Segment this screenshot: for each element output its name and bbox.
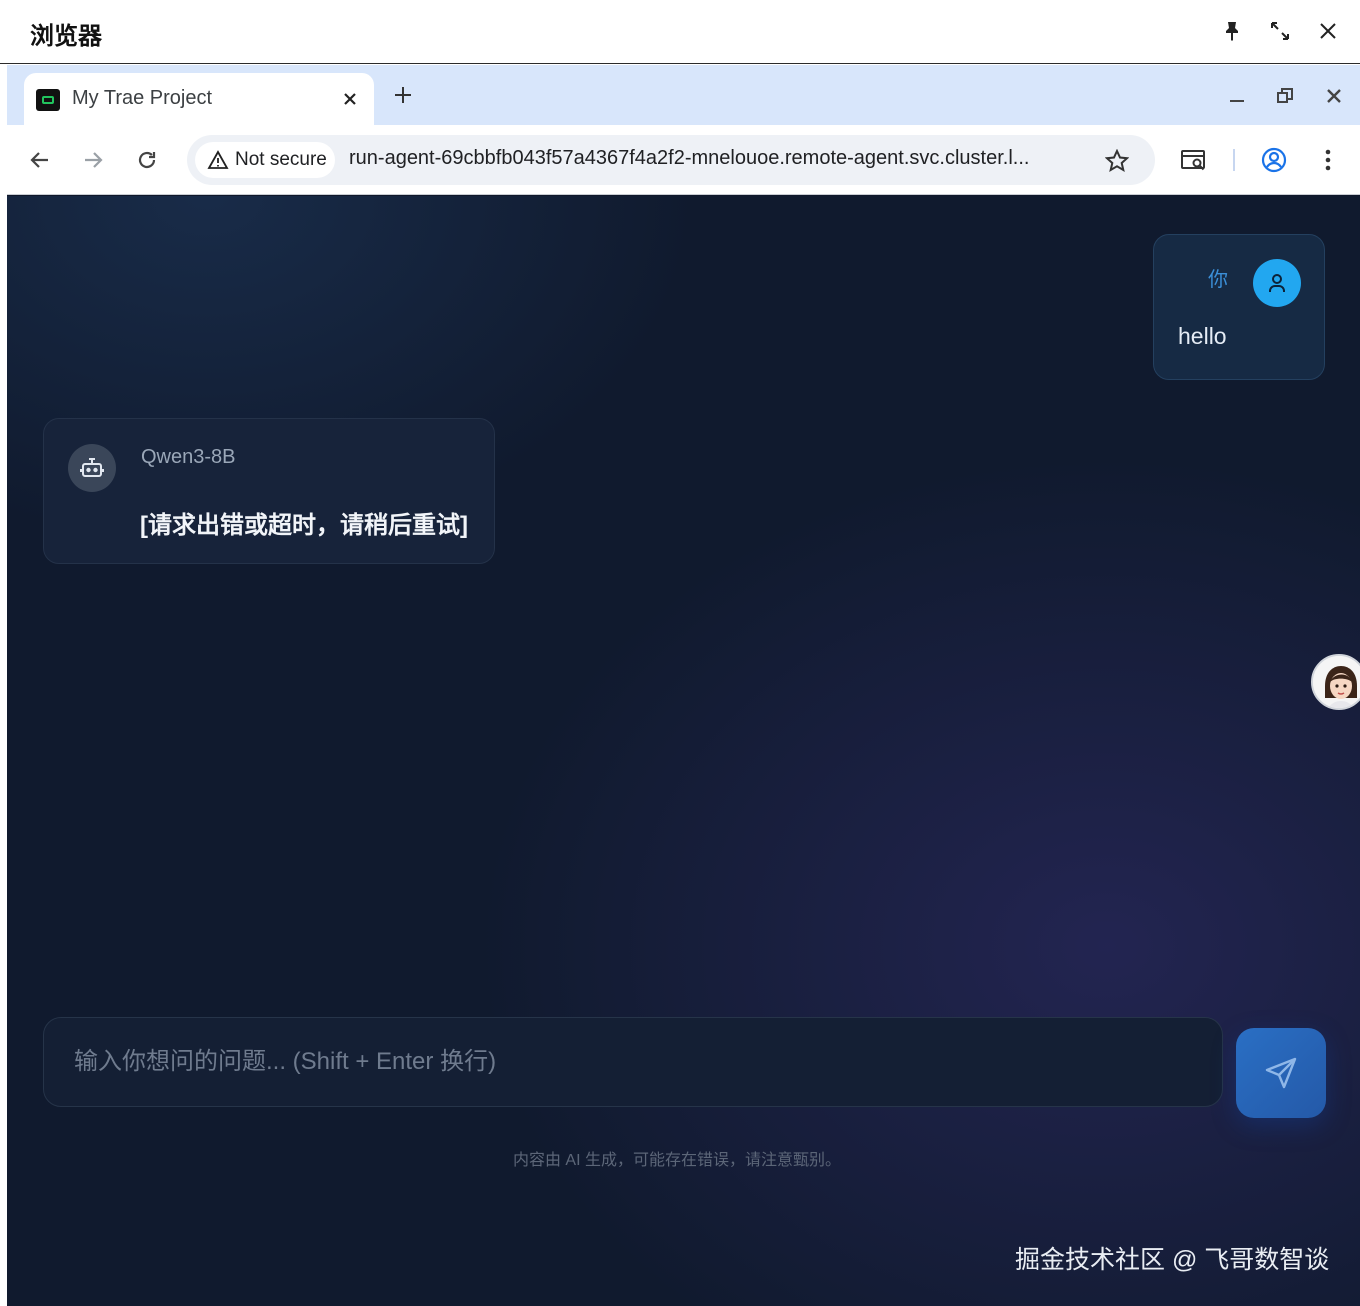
user-message: 你 hello — [1153, 234, 1325, 380]
user-message-text: hello — [1178, 323, 1227, 349]
assistant-avatar-floating-icon[interactable] — [1311, 654, 1360, 710]
browser-toolbar: Not secure run-agent-69cbbfb043f57a4367f… — [7, 125, 1360, 195]
url-text[interactable]: run-agent-69cbbfb043f57a4367f4a2f2-mnelo… — [349, 147, 1029, 170]
toolbar-divider — [1233, 149, 1235, 171]
address-bar[interactable]: Not secure run-agent-69cbbfb043f57a4367f… — [187, 135, 1155, 185]
close-window-icon[interactable] — [1313, 16, 1343, 46]
tab-strip: My Trae Project — [7, 65, 1360, 125]
close-icon[interactable] — [1319, 81, 1349, 111]
restore-icon[interactable] — [1270, 81, 1300, 111]
forward-icon[interactable] — [77, 144, 109, 176]
profile-icon[interactable] — [1258, 144, 1290, 176]
warning-icon — [207, 150, 229, 169]
menu-kebab-icon[interactable] — [1312, 144, 1344, 176]
bookmark-star-icon[interactable] — [1103, 147, 1131, 175]
minimize-icon[interactable] — [1222, 81, 1252, 111]
pin-icon[interactable] — [1217, 16, 1247, 46]
browser-window: My Trae Project Not secure run-agent-69c… — [7, 65, 1360, 1306]
favicon-icon — [36, 89, 60, 111]
user-author: 你 — [1208, 269, 1228, 291]
back-icon[interactable] — [24, 144, 56, 176]
assistant-message: Qwen3-8B [请求出错或超时，请稍后重试] — [43, 418, 495, 564]
chat-page: 你 hello Qwen3-8B [请求出错或超时，请稍后重试] 输入你想问的问… — [7, 196, 1360, 1306]
new-tab-button[interactable] — [387, 79, 419, 111]
app-title-bar: 浏览器 — [0, 0, 1360, 64]
send-button[interactable] — [1236, 1028, 1326, 1118]
expand-icon[interactable] — [1265, 16, 1295, 46]
reload-icon[interactable] — [131, 144, 163, 176]
assistant-message-text: [请求出错或超时，请稍后重试] — [140, 512, 468, 539]
security-chip[interactable]: Not secure — [195, 142, 335, 178]
user-avatar-icon — [1253, 259, 1301, 307]
bot-icon — [68, 444, 116, 492]
tab-close-icon[interactable] — [336, 85, 364, 113]
security-label: Not secure — [235, 149, 327, 170]
chat-input[interactable] — [74, 1040, 1174, 1084]
watermark: 掘金技术社区 @ 飞哥数智谈 — [1015, 1246, 1330, 1274]
tab-active[interactable]: My Trae Project — [24, 73, 374, 125]
app-title: 浏览器 — [30, 23, 102, 50]
page-search-icon[interactable] — [1178, 144, 1210, 176]
ai-disclaimer: 内容由 AI 生成，可能存在错误，请注意甄别。 — [512, 1152, 841, 1169]
assistant-model-name: Qwen3-8B — [141, 446, 236, 468]
tab-title: My Trae Project — [72, 87, 213, 109]
chat-input-container — [43, 1017, 1223, 1107]
send-icon — [1265, 1057, 1297, 1089]
